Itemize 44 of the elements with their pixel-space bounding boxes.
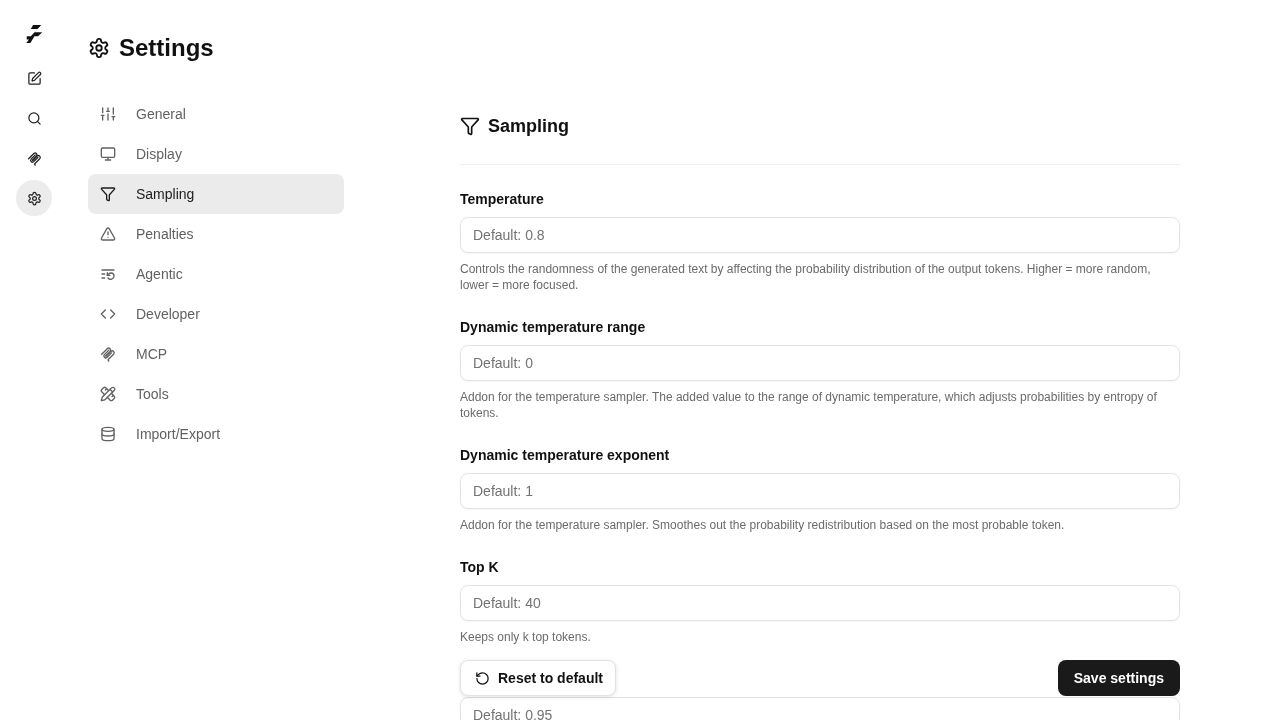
nav-item[interactable]: Tools (88, 374, 344, 414)
settings-icon (88, 37, 110, 59)
input-field[interactable]: Default: 40 (460, 585, 1180, 621)
help-text: Keeps only k top tokens. (460, 629, 592, 645)
nav-item[interactable]: Display (88, 134, 344, 174)
input-field[interactable]: Default: 0.8 (460, 217, 1180, 253)
list-refresh-icon (100, 266, 116, 282)
coil-icon (100, 346, 116, 362)
bolt-icon[interactable] (24, 24, 44, 44)
code-icon (100, 306, 116, 322)
nav-item[interactable]: General (88, 94, 344, 134)
nav-item[interactable]: MCP (88, 334, 344, 374)
filter-icon (100, 186, 116, 202)
warning-icon (100, 226, 116, 242)
help-text: Controls the randomness of the generated text by affecting the probability distribution of the output tokens. Higher = more random, lower = more focused. (460, 261, 1152, 293)
reset-button[interactable]: Reset to default (460, 660, 616, 696)
filter-icon (460, 116, 480, 136)
coil-icon (26, 150, 42, 166)
nav-item[interactable]: Sampling (88, 174, 344, 214)
sidebar-button[interactable] (16, 180, 52, 216)
nav-item[interactable]: Developer (88, 294, 344, 334)
monitor-icon (100, 146, 116, 162)
input-field[interactable]: Default: 0 (460, 345, 1180, 381)
sliders-icon (100, 106, 116, 122)
field-label: Temperature (460, 190, 545, 209)
input-field[interactable]: Default: 0.95 (460, 697, 1180, 720)
page-title: Settings (119, 33, 214, 63)
database-icon (100, 426, 116, 442)
pen-square-icon (26, 70, 42, 86)
nav-item[interactable]: Import/Export (88, 414, 344, 454)
rotate-left-icon (475, 670, 490, 686)
input-field[interactable]: Default: 1 (460, 473, 1180, 509)
section-title: Sampling (488, 115, 569, 137)
nav-item[interactable]: Penalties (88, 214, 344, 254)
help-text: Addon for the temperature sampler. The added value to the range of dynamic temperature, which adjusts probabilities by entropy of tokens. (460, 389, 1158, 421)
save-button[interactable]: Save settings (1057, 660, 1180, 696)
field-label: Dynamic temperature range (460, 318, 647, 337)
help-text: Addon for the temperature sampler. Smoothes out the probability redistribution based on the most probable token. (460, 517, 1066, 533)
search-icon (26, 110, 42, 126)
field-label: Dynamic temperature exponent (460, 446, 671, 465)
settings-icon (26, 190, 42, 206)
pencil-ruler-icon (100, 386, 116, 402)
field-label: Top K (460, 558, 500, 577)
nav-item[interactable]: Agentic (88, 254, 344, 294)
